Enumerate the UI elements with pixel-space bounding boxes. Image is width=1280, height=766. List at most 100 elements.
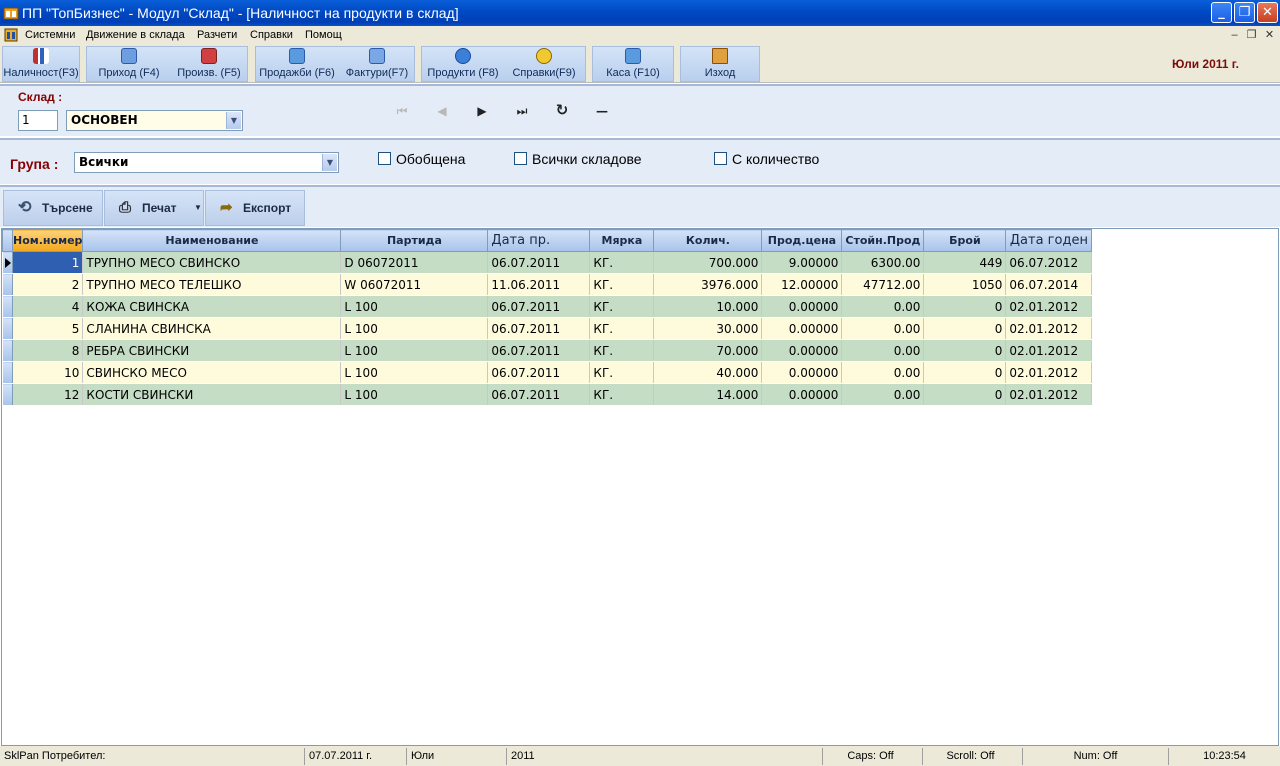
table-cell[interactable]: 0 bbox=[923, 361, 1007, 384]
table-cell[interactable]: L 100 bbox=[340, 383, 489, 406]
products-button[interactable]: Продукти (F8) bbox=[425, 46, 501, 82]
chevron-down-icon[interactable]: ▼ bbox=[226, 112, 241, 129]
column-header[interactable]: Прод.цена bbox=[761, 229, 843, 252]
table-cell[interactable]: 30.000 bbox=[653, 317, 763, 340]
table-cell[interactable]: 0 bbox=[923, 339, 1007, 362]
with-quantity-checkbox[interactable]: С количество bbox=[714, 151, 819, 167]
table-cell[interactable]: 06.07.2014 bbox=[1005, 273, 1093, 296]
table-cell[interactable]: 0.00000 bbox=[761, 383, 843, 406]
table-cell[interactable]: 0 bbox=[923, 317, 1007, 340]
table-row[interactable]: 4 КОЖА СВИНСКА L 100 06.07.2011 КГ. 10.000 0.0… bbox=[2, 295, 1093, 318]
column-header[interactable]: Мярка bbox=[589, 229, 655, 252]
table-cell[interactable]: 0.00 bbox=[841, 383, 925, 406]
next-record-icon[interactable]: ▶ bbox=[472, 104, 492, 120]
table-cell[interactable]: 06.07.2011 bbox=[487, 383, 591, 406]
table-cell[interactable]: 02.01.2012 bbox=[1005, 383, 1093, 406]
table-cell[interactable]: W 06072011 bbox=[340, 273, 489, 296]
menu-settlements[interactable]: Разчети bbox=[197, 29, 237, 41]
delete-record-icon[interactable]: — bbox=[592, 104, 612, 120]
table-cell[interactable]: 06.07.2011 bbox=[487, 361, 591, 384]
table-cell[interactable]: L 100 bbox=[340, 295, 489, 318]
table-cell[interactable]: 11.06.2011 bbox=[487, 273, 591, 296]
table-cell[interactable]: КГ. bbox=[589, 273, 655, 296]
table-cell[interactable]: КГ. bbox=[589, 251, 655, 274]
income-button[interactable]: Приход (F4) bbox=[95, 46, 163, 82]
table-cell[interactable]: 3976.000 bbox=[653, 273, 763, 296]
table-cell[interactable]: 6300.00 bbox=[841, 251, 925, 274]
menu-system[interactable]: Системни bbox=[25, 29, 75, 41]
chevron-down-icon[interactable]: ▼ bbox=[322, 154, 337, 171]
table-cell[interactable]: 0 bbox=[923, 383, 1007, 406]
table-cell[interactable]: 10.000 bbox=[653, 295, 763, 318]
table-cell[interactable]: КГ. bbox=[589, 383, 655, 406]
table-cell[interactable]: 0.00 bbox=[841, 295, 925, 318]
column-header[interactable]: Дата годен bbox=[1005, 229, 1093, 252]
mdi-close-button[interactable]: ✕ bbox=[1262, 28, 1277, 42]
table-cell[interactable]: КГ. bbox=[589, 361, 655, 384]
menu-reports[interactable]: Справки bbox=[250, 29, 293, 41]
table-cell[interactable]: 8 bbox=[12, 339, 84, 362]
table-cell[interactable]: 70.000 bbox=[653, 339, 763, 362]
refresh-icon[interactable]: ↻ bbox=[552, 101, 572, 119]
table-cell[interactable]: 02.01.2012 bbox=[1005, 295, 1093, 318]
minimize-button[interactable]: _ bbox=[1211, 2, 1232, 23]
table-cell[interactable]: РЕБРА СВИНСКИ bbox=[82, 339, 342, 362]
close-button[interactable]: ✕ bbox=[1257, 2, 1278, 23]
table-cell[interactable]: 06.07.2012 bbox=[1005, 251, 1093, 274]
table-cell[interactable]: 0 bbox=[923, 295, 1007, 318]
menu-help[interactable]: Помощ bbox=[305, 29, 342, 41]
table-cell[interactable]: 0.00000 bbox=[761, 361, 843, 384]
table-row[interactable]: 10 СВИНСКО МЕСО L 100 06.07.2011 КГ. 40.000 0.… bbox=[2, 361, 1093, 384]
table-cell[interactable]: ТРУПНО МЕСО ТЕЛЕШКО bbox=[82, 273, 342, 296]
export-button[interactable]: ➦ Експорт bbox=[205, 190, 305, 226]
table-cell[interactable]: 0.00 bbox=[841, 317, 925, 340]
table-cell[interactable]: СВИНСКО МЕСО bbox=[82, 361, 342, 384]
column-header[interactable]: Наименование bbox=[82, 229, 342, 252]
row-indicator[interactable] bbox=[2, 317, 13, 340]
table-cell[interactable]: КГ. bbox=[589, 317, 655, 340]
table-cell[interactable]: 1 bbox=[12, 251, 84, 274]
table-cell[interactable]: 0.00 bbox=[841, 361, 925, 384]
sales-button[interactable]: Продажби (F6) bbox=[257, 46, 337, 82]
table-cell[interactable]: 0.00000 bbox=[761, 295, 843, 318]
table-cell[interactable]: L 100 bbox=[340, 317, 489, 340]
search-button[interactable]: ⟲ Търсене bbox=[3, 190, 103, 226]
first-record-icon[interactable]: ⏮ bbox=[392, 104, 412, 120]
table-cell[interactable]: КГ. bbox=[589, 339, 655, 362]
summary-checkbox[interactable]: Обобщена bbox=[378, 151, 465, 167]
table-cell[interactable]: ТРУПНО МЕСО СВИНСКО bbox=[82, 251, 342, 274]
mdi-restore-button[interactable]: ❐ bbox=[1244, 28, 1259, 42]
table-row[interactable]: 8 РЕБРА СВИНСКИ L 100 06.07.2011 КГ. 70.000 0.… bbox=[2, 339, 1093, 362]
row-indicator[interactable] bbox=[2, 383, 13, 406]
table-cell[interactable]: 02.01.2012 bbox=[1005, 317, 1093, 340]
table-cell[interactable]: L 100 bbox=[340, 361, 489, 384]
table-cell[interactable]: 40.000 bbox=[653, 361, 763, 384]
table-cell[interactable]: 06.07.2011 bbox=[487, 339, 591, 362]
column-header[interactable]: Брой bbox=[923, 229, 1007, 252]
row-indicator[interactable] bbox=[2, 251, 13, 274]
checkbox-box[interactable] bbox=[378, 152, 391, 165]
row-indicator[interactable] bbox=[2, 295, 13, 318]
group-select[interactable]: Всички ▼ bbox=[74, 152, 339, 173]
table-cell[interactable]: 02.01.2012 bbox=[1005, 339, 1093, 362]
stock-button[interactable]: Наличност(F3) bbox=[3, 46, 79, 82]
row-indicator[interactable] bbox=[2, 339, 13, 362]
row-indicator[interactable] bbox=[2, 361, 13, 384]
table-cell[interactable]: 2 bbox=[12, 273, 84, 296]
prev-record-icon[interactable]: ◀ bbox=[432, 104, 452, 120]
table-cell[interactable]: 10 bbox=[12, 361, 84, 384]
restore-button[interactable]: ❐ bbox=[1234, 2, 1255, 23]
chevron-down-icon[interactable]: ▼ bbox=[194, 191, 202, 225]
table-cell[interactable]: 9.00000 bbox=[761, 251, 843, 274]
column-header[interactable]: Колич. bbox=[653, 229, 763, 252]
table-row[interactable]: 1 ТРУПНО МЕСО СВИНСКО D 06072011 06.07.2011… bbox=[2, 251, 1093, 274]
table-cell[interactable]: 449 bbox=[923, 251, 1007, 274]
table-cell[interactable]: 12 bbox=[12, 383, 84, 406]
table-cell[interactable]: L 100 bbox=[340, 339, 489, 362]
stock-grid[interactable]: Ном.номер Наименование Партида Дата пр. … bbox=[1, 228, 1279, 746]
table-cell[interactable]: КОСТИ СВИНСКИ bbox=[82, 383, 342, 406]
table-cell[interactable]: 700.000 bbox=[653, 251, 763, 274]
table-cell[interactable]: 5 bbox=[12, 317, 84, 340]
checkbox-box[interactable] bbox=[514, 152, 527, 165]
column-header[interactable]: Дата пр. bbox=[487, 229, 591, 252]
